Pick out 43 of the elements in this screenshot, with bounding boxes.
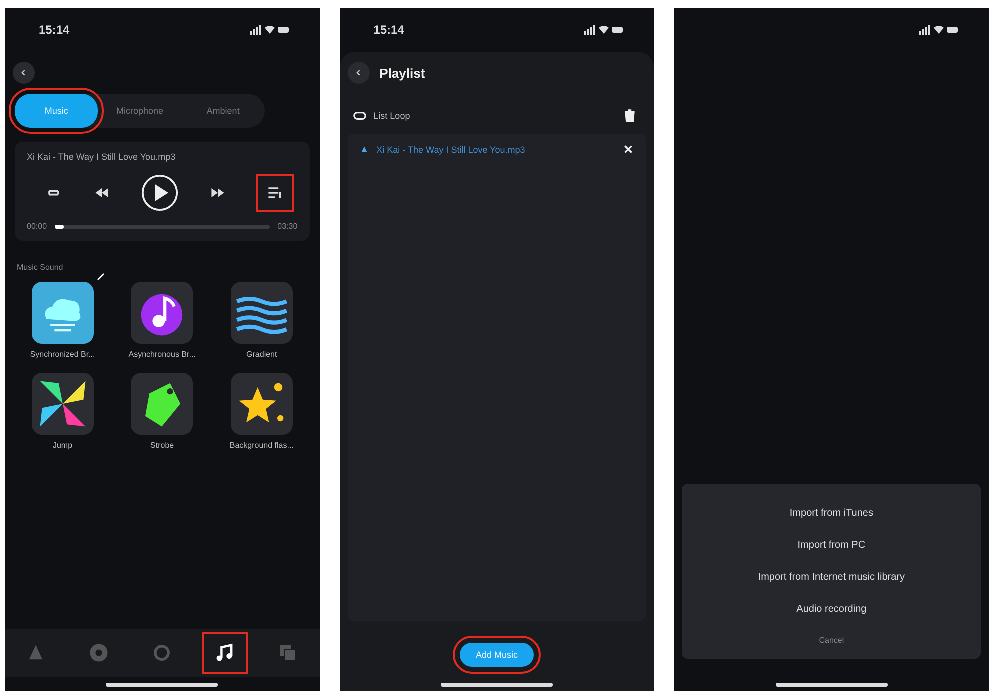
cloud-icon[interactable] (32, 282, 94, 344)
pinwheel-icon[interactable] (32, 373, 94, 435)
playing-icon (360, 145, 369, 154)
mode-tab[interactable]: Microphone (98, 94, 182, 128)
progress-slider[interactable] (55, 224, 270, 228)
status-time: 15:14 (374, 23, 404, 37)
status-icons (919, 25, 960, 35)
add-music-button[interactable]: Add Music (460, 643, 534, 667)
back-button[interactable] (13, 62, 35, 84)
tile-label: Jump (52, 441, 73, 450)
song-title[interactable]: Xi Kai - The Way I Still Love You.mp3 (376, 144, 616, 154)
check-icon (96, 272, 106, 282)
mode-tab[interactable]: Ambient (182, 94, 265, 128)
tile-label: Strobe (150, 441, 174, 450)
tile-label: Synchronized Br... (30, 350, 96, 359)
tile-label: Gradient (246, 350, 278, 359)
tile-label: Asynchronous Br... (128, 350, 196, 359)
nav-tab[interactable] (204, 634, 246, 672)
cancel-button[interactable]: Cancel (819, 626, 844, 649)
total-time: 03:30 (278, 222, 298, 231)
back-icon[interactable] (354, 69, 363, 77)
elapsed-time: 00:00 (27, 222, 48, 231)
tile-label: Background flas... (230, 441, 294, 450)
play-button[interactable] (141, 174, 180, 212)
playlist-button[interactable] (258, 176, 292, 210)
remove-icon[interactable] (623, 144, 634, 155)
back-icon[interactable] (20, 69, 28, 77)
status-icons (250, 25, 290, 35)
music-note-icon[interactable] (131, 282, 194, 344)
sheet-option[interactable]: Import from PC (798, 530, 866, 562)
status-icons (584, 25, 624, 35)
loop-mode-label[interactable]: List Loop (374, 111, 410, 121)
playlist-title: Playlist (380, 66, 426, 80)
sheet-option[interactable]: Import from Internet music library (758, 562, 906, 594)
status-time: 15:14 (39, 23, 70, 37)
sheet-option[interactable]: Audio recording (796, 594, 867, 626)
track-title: Xi Kai - The Way I Still Love You.mp3 (27, 152, 177, 162)
waves-icon[interactable] (230, 282, 293, 344)
sheet-option[interactable]: Import from iTunes (790, 498, 874, 530)
tag-icon[interactable] (131, 373, 194, 435)
stars-icon[interactable] (230, 373, 293, 435)
mode-tab[interactable]: Music (15, 94, 98, 128)
section-label: Music Sound (17, 263, 64, 272)
